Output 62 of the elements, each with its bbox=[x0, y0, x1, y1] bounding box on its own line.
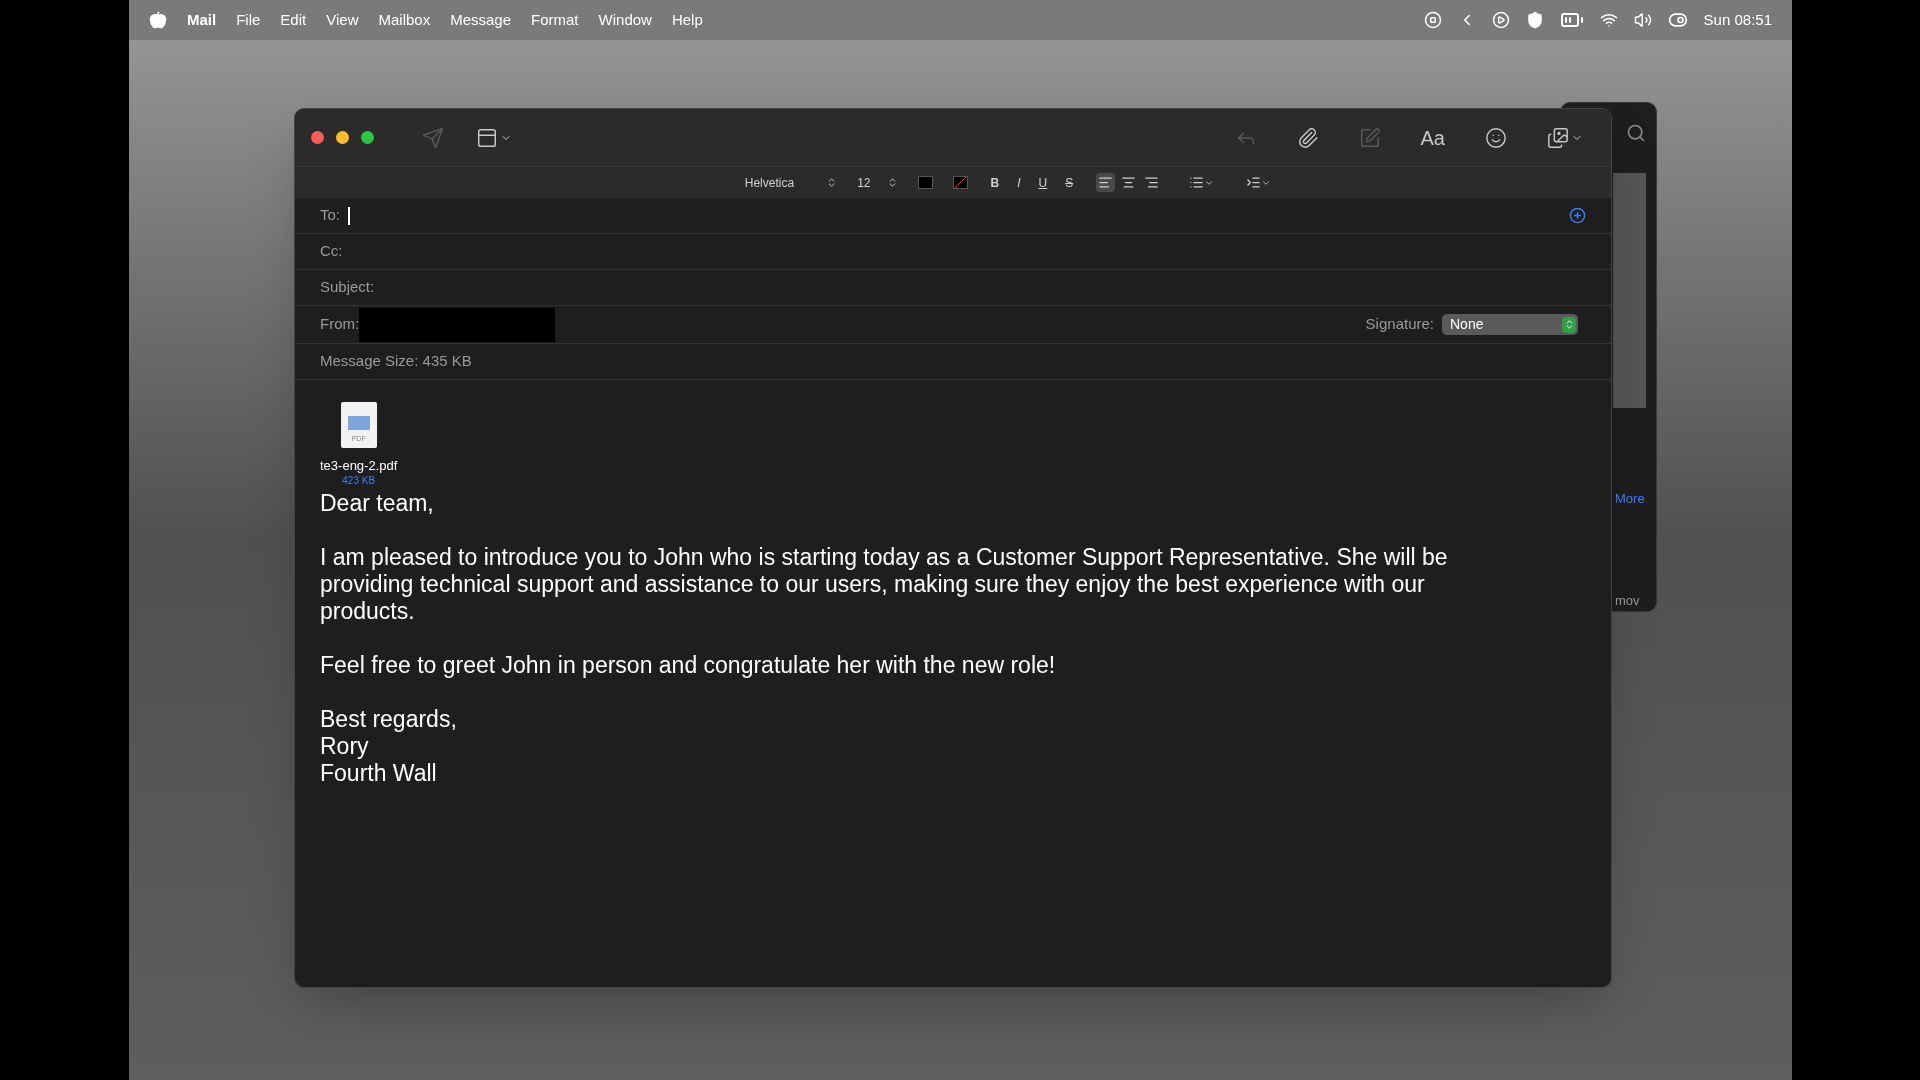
menu-item[interactable]: Mailbox bbox=[378, 8, 431, 32]
body-text: Feel free to greet John in person and congratulate her with the new role! bbox=[320, 651, 1057, 679]
field-label: Subject: bbox=[320, 277, 375, 298]
header-field-row[interactable]: Subject: bbox=[295, 270, 1611, 306]
close-button[interactable] bbox=[311, 131, 324, 144]
wifi-icon[interactable] bbox=[1599, 11, 1618, 29]
body-text: Fourth Wall bbox=[320, 759, 438, 787]
control-center-icon[interactable] bbox=[1667, 10, 1688, 30]
text-style-button[interactable]: U bbox=[1035, 173, 1051, 192]
menu-item[interactable]: File bbox=[236, 8, 261, 32]
font-size-select[interactable]: 12 bbox=[857, 173, 898, 192]
list-icon bbox=[1189, 175, 1205, 190]
field-label: From: bbox=[320, 314, 360, 335]
volume-icon[interactable] bbox=[1633, 11, 1652, 29]
zoom-button[interactable] bbox=[361, 131, 374, 144]
record-icon[interactable] bbox=[1423, 11, 1442, 29]
menu-item[interactable]: Window bbox=[598, 8, 652, 32]
add-contact-icon[interactable] bbox=[1569, 207, 1586, 224]
menu-item[interactable]: View bbox=[326, 8, 359, 32]
field-label: Signature: bbox=[1365, 314, 1434, 335]
body-text: I am pleased to introduce you to John who is starting today as a Customer Support Representative. She will be providing technical support and assistance to our users, making sure they enjoy the best experience with our products. bbox=[320, 543, 1449, 625]
attachment-size: 423 KB bbox=[342, 475, 376, 486]
fonts-button[interactable]: Aa bbox=[1416, 122, 1449, 153]
menu-item[interactable]: Format bbox=[531, 8, 579, 32]
header-field-row[interactable]: Cc: bbox=[295, 234, 1611, 270]
body-text: Best regards, bbox=[320, 705, 458, 733]
search-icon[interactable] bbox=[1626, 123, 1646, 143]
align-button[interactable] bbox=[1096, 173, 1116, 192]
pen-square-icon bbox=[1358, 126, 1381, 149]
photos-icon bbox=[1547, 126, 1569, 149]
body-text: Dear team, bbox=[320, 489, 435, 517]
text-style-button[interactable]: B bbox=[987, 173, 1003, 192]
field-label: To: bbox=[320, 205, 340, 226]
indent-icon bbox=[1246, 175, 1262, 190]
paperclip-icon bbox=[1296, 126, 1319, 149]
field-label: Cc: bbox=[320, 241, 343, 262]
body-text: Rory bbox=[320, 732, 370, 760]
background-color-swatch[interactable] bbox=[952, 176, 968, 189]
text-style-button[interactable]: S bbox=[1062, 173, 1077, 192]
list-button[interactable] bbox=[1189, 175, 1215, 190]
header-field-row[interactable]: To: bbox=[295, 198, 1611, 234]
text-color-swatch[interactable] bbox=[917, 176, 933, 189]
indent-button[interactable] bbox=[1246, 175, 1272, 190]
menu-item[interactable]: Message bbox=[450, 8, 512, 32]
more-link[interactable]: More bbox=[1615, 489, 1645, 509]
font-family-select[interactable]: Helvetica bbox=[744, 173, 838, 192]
smiley-icon bbox=[1485, 126, 1507, 149]
minimize-button[interactable] bbox=[336, 131, 349, 144]
file-label: mov bbox=[1615, 592, 1640, 610]
play-icon[interactable] bbox=[1491, 11, 1510, 29]
app-menu[interactable]: Mail bbox=[187, 8, 217, 32]
apple-icon[interactable] bbox=[149, 11, 167, 29]
menu-item[interactable]: Edit bbox=[280, 8, 307, 32]
panel-icon bbox=[476, 126, 498, 149]
attachment-name[interactable]: te3-eng-2.pdf bbox=[320, 456, 398, 476]
menu-item[interactable]: Help bbox=[671, 8, 703, 32]
menu-bar-clock[interactable]: Sun 08:51 bbox=[1703, 8, 1772, 32]
message-size-text: Message Size: 435 KB bbox=[320, 351, 472, 372]
paper-plane-icon bbox=[422, 126, 444, 149]
signature-select[interactable]: None bbox=[1442, 314, 1578, 335]
text-style-button[interactable]: I bbox=[1014, 173, 1024, 192]
shield-icon[interactable] bbox=[1525, 11, 1544, 29]
